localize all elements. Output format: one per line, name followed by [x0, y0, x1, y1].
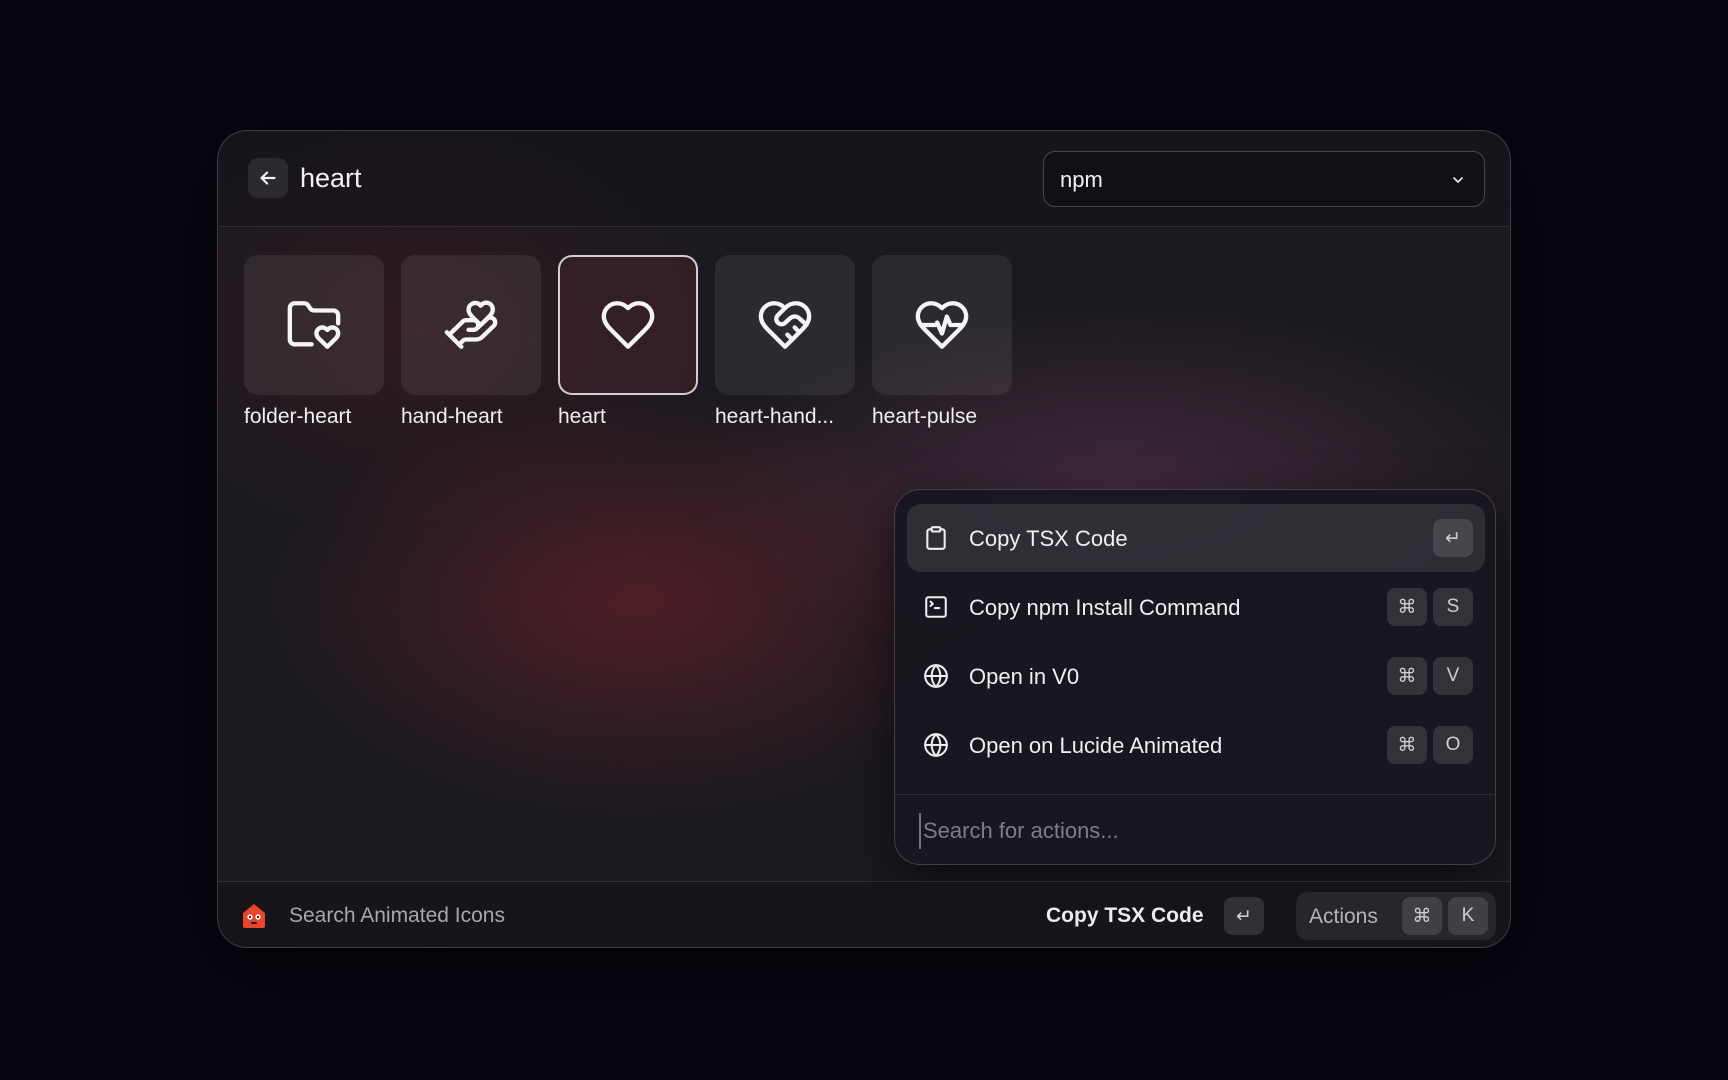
- actions-search-bar: [895, 794, 1495, 864]
- command-key: ⌘: [1402, 897, 1442, 935]
- enter-key: ↵: [1433, 519, 1473, 557]
- icon-preview: [401, 255, 541, 395]
- enter-key: ↵: [1224, 897, 1264, 935]
- command-key: ⌘: [1387, 657, 1427, 695]
- footer-bar: Search Animated Icons Copy TSX Code ↵ Ac…: [218, 881, 1510, 947]
- actions-panel: Copy TSX Code ↵ Copy npm Install Command…: [894, 489, 1496, 865]
- icon-preview: [244, 255, 384, 395]
- action-label: Open on Lucide Animated: [969, 733, 1223, 758]
- command-key: ⌘: [1387, 588, 1427, 626]
- header: heart npm: [218, 131, 1510, 227]
- heart-handshake-icon: [758, 301, 812, 349]
- back-button[interactable]: [248, 158, 288, 198]
- icon-label: hand-heart: [401, 405, 503, 428]
- actions-label: Actions: [1309, 905, 1378, 928]
- icon-tile-heart-pulse[interactable]: heart-pulse: [872, 255, 1029, 429]
- arrow-left-icon: [260, 171, 276, 185]
- action-label: Copy npm Install Command: [969, 595, 1241, 620]
- shortcut-keys: ⌘ O: [1387, 726, 1473, 764]
- shortcut-keys: ⌘ V: [1387, 657, 1473, 695]
- extension-title: Search Animated Icons: [289, 904, 505, 927]
- action-copy-tsx-code[interactable]: Copy TSX Code ↵: [907, 504, 1485, 572]
- action-label: Open in V0: [969, 664, 1080, 689]
- action-open-on-lucide-animated[interactable]: Open on Lucide Animated ⌘ O: [907, 711, 1485, 779]
- icon-label: heart: [558, 405, 606, 428]
- icon-preview: [715, 255, 855, 395]
- o-key: O: [1433, 726, 1473, 764]
- actions-button[interactable]: Actions ⌘ K: [1296, 892, 1496, 940]
- raycast-window: heart npm folder-heart hand-heart heart …: [217, 130, 1511, 948]
- icon-label: heart-pulse: [872, 405, 978, 428]
- heart-pulse-icon: [915, 301, 969, 349]
- chevron-down-icon: [1453, 177, 1463, 183]
- icon-label: folder-heart: [244, 405, 352, 428]
- icon-tile-folder-heart[interactable]: folder-heart: [244, 255, 401, 429]
- clipboard-icon: [926, 526, 946, 550]
- icon-tile-hand-heart[interactable]: hand-heart: [401, 255, 558, 429]
- shortcut-keys: ⌘ K: [1402, 897, 1488, 935]
- globe-icon: [924, 664, 948, 688]
- shortcut-keys: ↵: [1433, 519, 1473, 557]
- hand-heart-icon: [444, 300, 498, 349]
- terminal-square-icon: [925, 596, 947, 618]
- heart-icon: [601, 301, 655, 349]
- icon-tile-heart[interactable]: heart: [558, 255, 715, 429]
- globe-icon: [924, 733, 948, 757]
- s-key: S: [1433, 588, 1473, 626]
- search-query[interactable]: heart: [300, 162, 362, 194]
- actions-search-input[interactable]: [919, 813, 1459, 849]
- package-manager-dropdown[interactable]: npm: [1043, 151, 1485, 207]
- icon-tile-heart-handshake[interactable]: heart-hand...: [715, 255, 872, 429]
- primary-action-button[interactable]: Copy TSX Code: [1046, 904, 1204, 928]
- command-key: ⌘: [1387, 726, 1427, 764]
- icon-preview: [872, 255, 1012, 395]
- extension-logo-icon: [243, 904, 265, 928]
- dropdown-value: npm: [1060, 167, 1103, 192]
- v-key: V: [1433, 657, 1473, 695]
- action-copy-npm-install[interactable]: Copy npm Install Command ⌘ S: [907, 573, 1485, 641]
- icon-label: heart-hand...: [715, 405, 835, 428]
- k-key: K: [1448, 897, 1488, 935]
- folder-heart-icon: [287, 301, 341, 349]
- icon-preview-selected: [558, 255, 698, 395]
- action-open-in-v0[interactable]: Open in V0 ⌘ V: [907, 642, 1485, 710]
- shortcut-keys: ⌘ S: [1387, 588, 1473, 626]
- action-label: Copy TSX Code: [969, 526, 1128, 551]
